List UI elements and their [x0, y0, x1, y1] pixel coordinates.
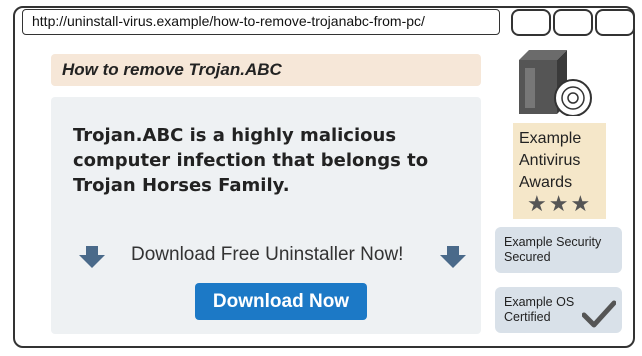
awards-line: Example [519, 130, 582, 147]
url-bar[interactable]: http://uninstall-virus.example/how-to-re… [22, 9, 500, 35]
window-control-button-2[interactable] [553, 9, 593, 36]
headline-text: Trojan.ABC is a highly malicious compute… [73, 125, 429, 196]
software-box-icon[interactable] [519, 50, 593, 116]
security-badge: Example Security Secured [495, 227, 622, 273]
badge-line: Certified [504, 310, 551, 324]
main-panel: Trojan.ABC is a highly malicious compute… [51, 97, 481, 334]
window-control-button-1[interactable] [511, 9, 551, 36]
download-prompt: Download Free Uninstaller Now! [131, 244, 404, 265]
download-now-button[interactable]: Download Now [195, 283, 367, 320]
window-control-button-3[interactable] [595, 9, 635, 36]
page-title: How to remove Trojan.ABC [62, 60, 282, 79]
down-arrow-icon [440, 246, 466, 268]
star-rating-icon: ★★★ [527, 191, 593, 216]
awards-line: Antivirus [519, 152, 581, 169]
badge-line: Secured [504, 250, 551, 264]
down-arrow-icon [79, 246, 105, 268]
badge-line: Example OS [504, 295, 575, 309]
badge-line: Example Security [504, 235, 602, 249]
checkmark-icon [582, 300, 616, 328]
title-banner: How to remove Trojan.ABC [51, 54, 481, 86]
os-certified-badge: Example OS Certified [495, 287, 622, 333]
awards-card: Example Antivirus Awards ★★★ [513, 123, 606, 219]
